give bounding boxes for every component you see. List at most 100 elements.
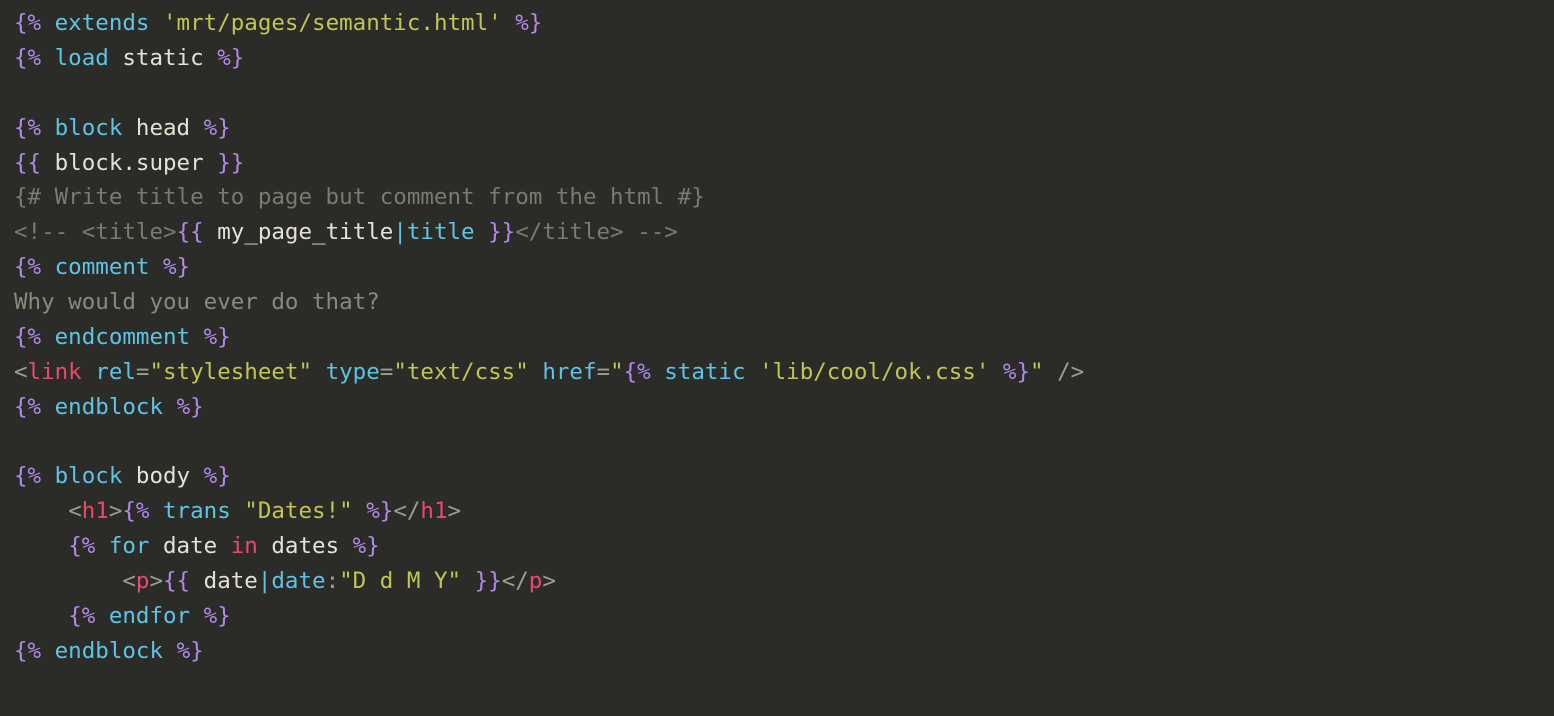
identifier: block.super xyxy=(55,150,204,176)
html-tag-h1: h1 xyxy=(82,498,109,524)
keyword-extends: extends xyxy=(55,10,150,36)
attr-value: "stylesheet" xyxy=(149,359,312,385)
identifier: head xyxy=(136,115,190,141)
tag-delim: {% xyxy=(14,115,41,141)
quote: " xyxy=(610,359,624,385)
quote: " xyxy=(1030,359,1044,385)
html-tag-p-close: p xyxy=(529,568,543,594)
html-tag-p: p xyxy=(136,568,150,594)
code-line: <!-- <title>{{ my_page_title|title }}</t… xyxy=(14,219,678,245)
code-line: <link rel="stylesheet" type="text/css" h… xyxy=(14,359,1084,385)
identifier: static xyxy=(122,45,203,71)
var-delim: }} xyxy=(488,219,515,245)
code-line: {% endcomment %} xyxy=(14,324,231,350)
code-line: {% for date in dates %} xyxy=(14,533,380,559)
indent xyxy=(14,603,68,629)
template-comment: {# Write title to page but comment from … xyxy=(14,184,705,210)
pipe: | xyxy=(258,568,272,594)
keyword-block: block xyxy=(55,463,123,489)
tag-delim: {% xyxy=(68,603,95,629)
colon: : xyxy=(326,568,340,594)
code-line: {% endfor %} xyxy=(14,603,231,629)
identifier: date xyxy=(163,533,217,559)
comment-body: Why would you ever do that? xyxy=(14,289,380,315)
keyword-for: for xyxy=(109,533,150,559)
tag-delim: {% xyxy=(14,463,41,489)
keyword-load: load xyxy=(55,45,109,71)
tag-delim: %} xyxy=(177,394,204,420)
attr-rel: rel xyxy=(95,359,136,385)
equals: = xyxy=(136,359,150,385)
html-comment: </title> --> xyxy=(515,219,678,245)
html-tag-h1-close: h1 xyxy=(420,498,447,524)
keyword-endfor: endfor xyxy=(109,603,190,629)
string-literal: 'lib/cool/ok.css' xyxy=(759,359,989,385)
tag-delim: {% xyxy=(122,498,149,524)
tag-delim: {% xyxy=(14,10,41,36)
code-line: <h1>{% trans "Dates!" %}</h1> xyxy=(14,498,461,524)
attr-href: href xyxy=(542,359,596,385)
angle-bracket: < xyxy=(14,359,28,385)
angle-bracket: > xyxy=(542,568,556,594)
keyword-trans: trans xyxy=(163,498,231,524)
angle-bracket: > xyxy=(149,568,163,594)
keyword-block: block xyxy=(55,115,123,141)
code-line: {% endblock %} xyxy=(14,638,204,664)
keyword-endblock: endblock xyxy=(55,638,163,664)
tag-delim: {% xyxy=(14,45,41,71)
indent xyxy=(14,568,122,594)
var-delim: {{ xyxy=(163,568,190,594)
keyword-static: static xyxy=(664,359,745,385)
tag-delim: %} xyxy=(204,324,231,350)
keyword-in: in xyxy=(231,533,258,559)
self-close: /> xyxy=(1044,359,1085,385)
var-delim: {{ xyxy=(14,150,41,176)
identifier: my_page_title xyxy=(217,219,393,245)
code-line: {% endblock %} xyxy=(14,394,204,420)
code-line: {% extends 'mrt/pages/semantic.html' %} xyxy=(14,10,542,36)
keyword-comment: comment xyxy=(55,254,150,280)
tag-delim: {% xyxy=(14,394,41,420)
angle-bracket: </ xyxy=(393,498,420,524)
identifier: date xyxy=(204,568,258,594)
keyword-endblock: endblock xyxy=(55,394,163,420)
identifier: dates xyxy=(271,533,339,559)
string-literal: 'mrt/pages/semantic.html' xyxy=(163,10,502,36)
string-literal: "Dates!" xyxy=(244,498,352,524)
keyword-endcomment: endcomment xyxy=(55,324,190,350)
equals: = xyxy=(380,359,394,385)
tag-delim: {% xyxy=(68,533,95,559)
indent xyxy=(14,533,68,559)
tag-delim: {% xyxy=(624,359,651,385)
angle-bracket: < xyxy=(122,568,136,594)
tag-delim: {% xyxy=(14,254,41,280)
tag-delim: %} xyxy=(204,603,231,629)
tag-delim: %} xyxy=(204,115,231,141)
tag-delim: %} xyxy=(217,45,244,71)
tag-delim: %} xyxy=(177,638,204,664)
var-delim: }} xyxy=(217,150,244,176)
code-line: {{ block.super }} xyxy=(14,150,244,176)
tag-delim: %} xyxy=(366,498,393,524)
attr-type: type xyxy=(326,359,380,385)
tag-delim: %} xyxy=(204,463,231,489)
code-line: {% block body %} xyxy=(14,463,231,489)
code-line: Why would you ever do that? xyxy=(14,289,380,315)
pipe: | xyxy=(393,219,407,245)
filter-name: date xyxy=(271,568,325,594)
attr-value: "text/css" xyxy=(393,359,528,385)
filter-name: title xyxy=(407,219,475,245)
angle-bracket: < xyxy=(68,498,82,524)
indent xyxy=(14,498,68,524)
angle-bracket: > xyxy=(109,498,123,524)
angle-bracket: </ xyxy=(502,568,529,594)
tag-delim: {% xyxy=(14,638,41,664)
tag-delim: %} xyxy=(1003,359,1030,385)
code-block: {% extends 'mrt/pages/semantic.html' %} … xyxy=(0,0,1554,689)
tag-delim: {% xyxy=(14,324,41,350)
code-line: {% load static %} xyxy=(14,45,244,71)
string-literal: "D d M Y" xyxy=(339,568,461,594)
html-comment: <!-- <title> xyxy=(14,219,177,245)
angle-bracket: > xyxy=(448,498,462,524)
code-line: <p>{{ date|date:"D d M Y" }}</p> xyxy=(14,568,556,594)
